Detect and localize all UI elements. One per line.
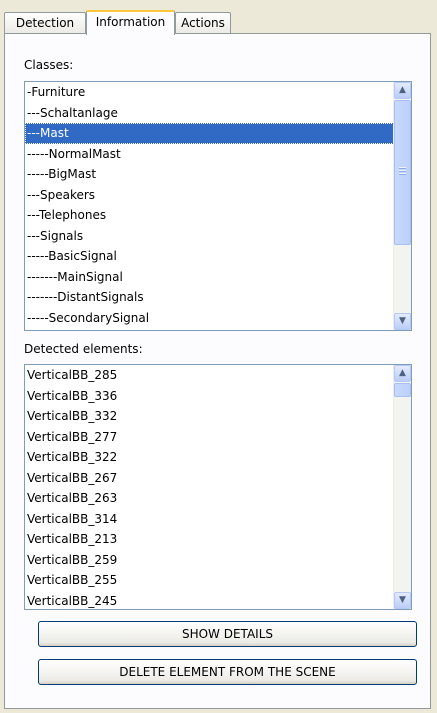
detected-item[interactable]: VerticalBB_255 [25,570,394,591]
class-item[interactable]: ---Speakers [25,185,394,206]
class-item[interactable]: -----NormalMast [25,144,394,165]
scroll-down-arrow-icon[interactable]: ▼ [394,592,411,609]
class-item[interactable]: -Furniture [25,82,394,103]
detected-item[interactable]: VerticalBB_263 [25,488,394,509]
grip-line [399,173,406,175]
grip-line [399,167,406,169]
grip-line [399,170,406,172]
detected-scrollbar[interactable]: ▲ ▼ [393,365,411,609]
scroll-up-arrow-icon[interactable]: ▲ [394,365,411,382]
class-item[interactable]: ---Telephones [25,205,394,226]
classes-list-items: -Furniture ---Schaltanlage ---Mast -----… [25,82,394,330]
class-item[interactable]: -------MainSignal [25,267,394,288]
detected-elements-listbox[interactable]: VerticalBB_285 VerticalBB_336 VerticalBB… [24,364,412,610]
scroll-up-arrow-icon[interactable]: ▲ [394,82,411,99]
detected-item[interactable]: VerticalBB_322 [25,447,394,468]
classes-scroll-thumb[interactable] [394,100,411,245]
class-item[interactable]: -----BasicSignal [25,246,394,267]
class-item-selected[interactable]: ---Mast [25,123,394,144]
detected-list-items: VerticalBB_285 VerticalBB_336 VerticalBB… [25,365,394,609]
tab-actions[interactable]: Actions [175,12,231,33]
classes-label: Classes: [24,58,74,72]
show-details-button[interactable]: SHOW DETAILS [38,621,417,647]
detected-item[interactable]: VerticalBB_285 [25,365,394,386]
detected-item[interactable]: VerticalBB_245 [25,591,394,610]
detected-item[interactable]: VerticalBB_213 [25,529,394,550]
tab-information[interactable]: Information [86,10,175,35]
detected-item[interactable]: VerticalBB_336 [25,386,394,407]
detected-item[interactable]: VerticalBB_259 [25,550,394,571]
delete-element-button[interactable]: DELETE ELEMENT FROM THE SCENE [38,659,417,685]
class-item[interactable]: -------DistantSignals [25,287,394,308]
detected-elements-label: Detected elements: [24,342,143,356]
tab-detection[interactable]: Detection [4,12,86,33]
detected-item[interactable]: VerticalBB_267 [25,468,394,489]
classes-scrollbar[interactable]: ▲ ▼ [393,82,411,330]
detected-item[interactable]: VerticalBB_332 [25,406,394,427]
classes-listbox[interactable]: -Furniture ---Schaltanlage ---Mast -----… [24,81,412,331]
class-item[interactable]: ---Schaltanlage [25,103,394,124]
detected-scroll-thumb[interactable] [394,383,411,397]
detected-item[interactable]: VerticalBB_277 [25,427,394,448]
scroll-down-arrow-icon[interactable]: ▼ [394,313,411,330]
detected-item[interactable]: VerticalBB_314 [25,509,394,530]
class-item[interactable]: -----BigMast [25,164,394,185]
class-item[interactable]: -----SecondarySignal [25,308,394,329]
class-item[interactable]: ---Signals [25,226,394,247]
